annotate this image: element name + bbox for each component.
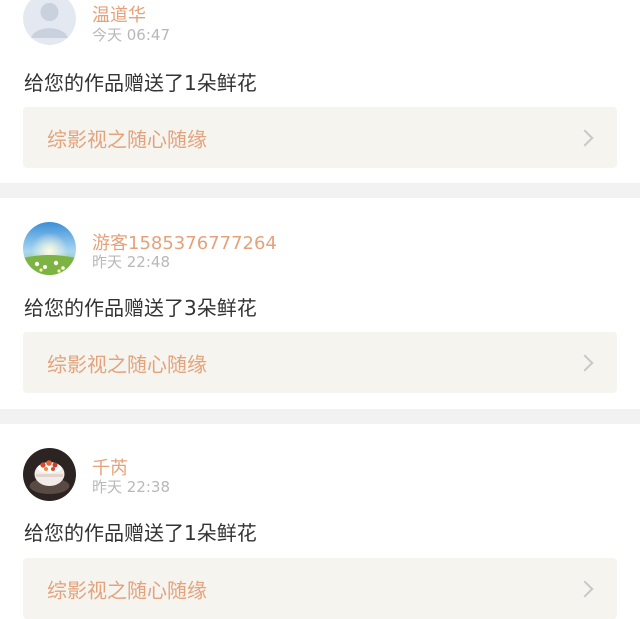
gift-message: 给您的作品赠送了1朵鲜花 [24, 71, 257, 95]
work-title: 综影视之随心随缘 [47, 578, 207, 602]
notification-feed: 温道华 今天 06:47 给您的作品赠送了1朵鲜花 综影视之随心随缘 游客158… [0, 0, 640, 619]
chevron-right-icon [576, 580, 594, 597]
user-avatar[interactable] [23, 448, 76, 501]
work-title: 综影视之随心随缘 [47, 127, 207, 151]
user-avatar[interactable] [23, 222, 76, 275]
default-user-avatar-icon [23, 0, 76, 45]
user-avatar[interactable] [23, 0, 76, 45]
separator [0, 409, 640, 424]
separator [0, 183, 640, 198]
work-link[interactable]: 综影视之随心随缘 [23, 107, 617, 168]
work-title: 综影视之随心随缘 [47, 352, 207, 376]
notification-card: 千芮 昨天 22:38 给您的作品赠送了1朵鲜花 综影视之随心随缘 [0, 424, 640, 619]
work-link[interactable]: 综影视之随心随缘 [23, 332, 617, 393]
landscape-photo-avatar-icon [23, 222, 76, 275]
gift-message: 给您的作品赠送了1朵鲜花 [24, 521, 257, 545]
timestamp: 昨天 22:38 [92, 478, 170, 496]
notification-card: 游客1585376777264 昨天 22:48 给您的作品赠送了3朵鲜花 综影… [0, 198, 640, 409]
timestamp: 昨天 22:48 [92, 253, 170, 271]
chevron-right-icon [576, 129, 594, 146]
notification-card: 温道华 今天 06:47 给您的作品赠送了1朵鲜花 综影视之随心随缘 [0, 0, 640, 168]
cake-photo-avatar-icon [23, 448, 76, 501]
timestamp: 今天 06:47 [92, 26, 170, 44]
gift-message: 给您的作品赠送了3朵鲜花 [24, 296, 257, 320]
chevron-right-icon [576, 354, 594, 371]
